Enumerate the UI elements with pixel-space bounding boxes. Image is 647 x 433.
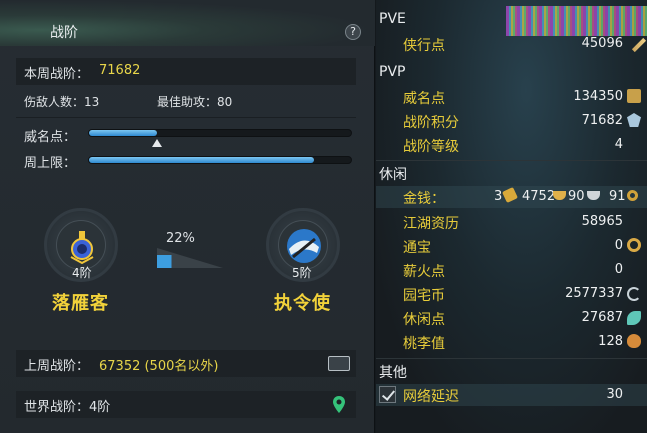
world-rank: 世界战阶：4阶 — [24, 400, 111, 415]
location-pin-icon[interactable] — [332, 395, 346, 414]
weekly-value: 71682 — [99, 63, 141, 78]
xinhuo-value: 0 — [614, 262, 623, 277]
fame-icon — [627, 89, 641, 103]
section-leisure: 休闲 — [379, 167, 407, 183]
weekly-label: 本周战阶： — [24, 67, 90, 82]
zhanjie-score-label: 战阶积分 — [403, 115, 459, 131]
fame-label: 威名点： — [24, 130, 77, 145]
limit-label: 周上限： — [24, 156, 77, 171]
chest-icon[interactable] — [328, 356, 350, 371]
world-row: 世界战阶：4阶 — [16, 391, 356, 418]
section-pve: PVE — [379, 11, 406, 27]
rank-progress-indicator — [157, 248, 223, 268]
assist-stat: 最佳助攻：80 — [157, 95, 233, 109]
xinhuo-label: 薪火点 — [403, 264, 445, 280]
decorative-strip — [506, 6, 647, 36]
rank-progress-percent: 22% — [166, 231, 195, 246]
weiming-label: 威名点 — [403, 91, 445, 107]
zhanjie-panel: 战阶 ? 本周战阶： 71682 伤敌人数：13 最佳助攻：80 威名点： 周上… — [0, 0, 375, 433]
money-label: 金钱： — [403, 191, 445, 207]
limit-progress-fill — [89, 157, 315, 163]
xiaxing-value: 45096 — [581, 36, 623, 51]
weiming-value: 134350 — [573, 89, 623, 104]
last-week-value: 67352 (500名以外) — [99, 359, 219, 374]
xiuxian-label: 休闲点 — [403, 312, 445, 328]
money-gold: 3 — [494, 189, 503, 204]
weekly-row: 本周战阶： 71682 — [16, 58, 356, 85]
next-tier: 5阶 — [292, 266, 312, 280]
xiuxian-value: 27687 — [581, 310, 623, 325]
last-week-row: 上周战阶： 67352 (500名以外) — [16, 350, 356, 377]
zhanjie-score-value: 71682 — [581, 113, 623, 128]
panel-header: 战阶 ? — [0, 0, 375, 46]
money-copper: 91 — [609, 189, 626, 204]
yuanzhai-label: 园宅币 — [403, 288, 445, 304]
copper-coin-icon — [627, 190, 638, 201]
last-week-label: 上周战阶： — [24, 359, 90, 374]
zhanjie-level-label: 战阶等级 — [403, 139, 459, 155]
latency-value: 30 — [606, 387, 623, 402]
divider — [376, 160, 647, 161]
latency-checkbox[interactable] — [379, 386, 396, 403]
taoli-label: 桃李值 — [403, 336, 445, 352]
tongbao-label: 通宝 — [403, 240, 431, 256]
divider — [376, 358, 647, 359]
yuanzhai-value: 2577337 — [565, 286, 623, 301]
next-rank-name: 执令使 — [274, 293, 331, 314]
house-coin-icon — [627, 287, 641, 301]
tongbao-coin-icon — [627, 238, 641, 252]
fame-marker-icon — [151, 139, 162, 147]
current-rank-name: 落雁客 — [52, 293, 109, 314]
jianghu-value: 58965 — [581, 214, 623, 229]
tongbao-value: 0 — [614, 238, 623, 253]
divider — [16, 117, 356, 118]
limit-progress-bar — [88, 156, 352, 164]
jianghu-label: 江湖资历 — [403, 216, 459, 232]
next-rank-emblem-icon — [278, 220, 328, 270]
rank-emblem-icon — [56, 220, 106, 270]
current-tier: 4阶 — [72, 266, 92, 280]
fame-progress-fill — [89, 130, 158, 136]
latency-label: 网络延迟 — [403, 389, 459, 405]
panel-title: 战阶 — [50, 25, 78, 41]
help-icon[interactable]: ? — [345, 24, 361, 40]
taoli-value: 128 — [598, 334, 623, 349]
xiaxing-label: 侠行点 — [403, 38, 445, 54]
section-other: 其他 — [379, 365, 407, 381]
gourd-icon — [627, 334, 641, 348]
section-pvp: PVP — [379, 64, 406, 80]
zhanjie-level-value: 4 — [614, 137, 623, 152]
fame-progress-bar — [88, 129, 352, 137]
money-silver: 90 — [568, 189, 585, 204]
money-ingot: 4752 — [522, 189, 556, 204]
kills-stat: 伤敌人数：13 — [24, 95, 100, 109]
currency-panel: PVE 侠行点 45096 PVP 威名点 134350 战阶积分 71682 … — [376, 0, 647, 433]
